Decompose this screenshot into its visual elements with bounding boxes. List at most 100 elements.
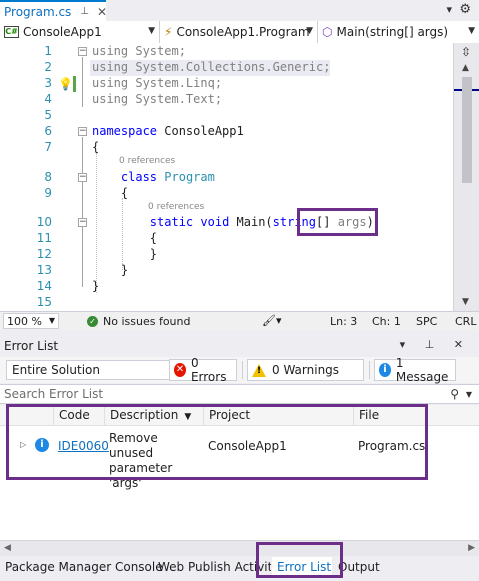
tab-package-manager-console[interactable]: Package Manager Console (0, 557, 163, 577)
code-line[interactable]: 5 (0, 108, 453, 124)
code-cleanup-icon[interactable]: 🖌▾ (262, 314, 282, 327)
issues-text: No issues found (103, 314, 191, 328)
gear-icon[interactable]: ⚙ (459, 2, 471, 17)
type-dropdown-label: ConsoleApp1.Program (176, 25, 310, 39)
divider (369, 361, 370, 379)
scroll-up-icon[interactable]: ▲ (462, 63, 469, 73)
code-line[interactable]: 3 using System.Linq; (0, 76, 453, 92)
code-token: using (92, 44, 129, 58)
method-icon: ⬡ (322, 25, 333, 39)
info-icon: i (379, 363, 391, 377)
line-number-gutter: 15 (36, 295, 52, 309)
errors-filter-button[interactable]: ✕ 0 Errors (169, 356, 237, 384)
code-line[interactable]: 14} (0, 279, 453, 295)
warning-icon: ! (252, 363, 266, 377)
code-line[interactable]: 4 using System.Text; (0, 92, 453, 108)
class-icon: ⚡ (164, 25, 173, 39)
divider (242, 361, 243, 379)
chevron-down-icon[interactable]: ▼ (466, 390, 472, 399)
code-token: Main( (229, 215, 273, 229)
tab-overflow-icon[interactable]: ▾ (446, 3, 452, 16)
line-number-gutter: 7 (44, 140, 52, 154)
code-line[interactable]: 8 class Program (0, 170, 453, 186)
code-line[interactable]: 9 { (0, 186, 453, 202)
code-token: System.Collections.Generic; (128, 60, 331, 74)
error-list-search: ⚲ ▼ (0, 384, 479, 404)
project-dropdown[interactable]: C# ConsoleApp1 ▼ (0, 21, 160, 43)
type-dropdown[interactable]: ⚡ ConsoleApp1.Program ▼ (160, 21, 318, 43)
codelens-method-references[interactable]: 0 references (148, 202, 204, 212)
line-number-gutter: 10 (36, 215, 52, 229)
messages-count: 1 Message (395, 356, 449, 384)
error-list-title: Error List (4, 339, 59, 353)
line-ending-mode[interactable]: CRL (455, 315, 476, 328)
horizontal-scrollbar[interactable]: ◀ ▶ (0, 540, 479, 556)
csharp-project-icon: C# (4, 26, 19, 38)
document-tab-strip: Program.cs ⊥ ✕ ▾ ⚙ (0, 0, 479, 21)
code-line[interactable]: 1 using System; (0, 44, 453, 60)
line-number-gutter: 12 (36, 247, 52, 261)
codelens-class-references[interactable]: 0 references (119, 156, 175, 166)
editor-status-bar: 100 % ▼ ✓ No issues found 🖌▾ Ln: 3 Ch: 1… (0, 311, 479, 330)
zoom-dropdown[interactable]: 100 % ▼ (3, 313, 59, 329)
code-token: ConsoleApp1 (157, 124, 244, 138)
code-token: using (92, 92, 129, 106)
line-number-gutter: 9 (44, 186, 52, 200)
code-token: using (92, 76, 129, 90)
tab-title: Program.cs (4, 4, 72, 19)
line-number-gutter: 4 (44, 92, 52, 106)
code-text: } (92, 263, 128, 277)
callout-error-list-tab (256, 542, 343, 578)
line-number-gutter: 6 (44, 124, 52, 138)
scope-dropdown[interactable]: Entire Solution ▼ (6, 360, 186, 380)
split-window-icon[interactable]: ⇳ (461, 45, 471, 59)
chevron-down-icon: ▼ (48, 316, 55, 325)
errors-count: 0 Errors (190, 356, 227, 384)
search-input[interactable] (4, 386, 444, 402)
whitespace-mode[interactable]: SPC (416, 315, 437, 328)
messages-filter-button[interactable]: i 1 Message (374, 356, 456, 384)
tab-web-publish-activity[interactable]: Web Publish Activity (153, 557, 271, 577)
chevron-down-icon: ▼ (148, 26, 155, 36)
vertical-scrollbar[interactable]: ⇳ ▲ ▼ (453, 43, 479, 311)
code-text: { (92, 140, 99, 154)
scroll-down-icon[interactable]: ▼ (462, 297, 469, 307)
member-dropdown[interactable]: ⬡ Main(string[] args) ▼ (318, 21, 479, 43)
code-editor[interactable]: 💡 − − − − 1 using System; 2 using System.Co… (0, 43, 479, 311)
pin-icon[interactable]: ⊥ (80, 6, 89, 17)
member-dropdown-label: Main(string[] args) (336, 25, 449, 39)
window-controls-icon[interactable]: ▾ ⊥ ✕ (400, 338, 471, 351)
code-line[interactable]: 7{ (0, 140, 453, 156)
error-icon: ✕ (174, 363, 186, 377)
code-token: System; (128, 44, 186, 58)
code-line[interactable]: 13 } (0, 263, 453, 279)
scroll-left-icon[interactable]: ◀ (4, 543, 11, 553)
scroll-thumb[interactable] (462, 77, 472, 183)
issues-indicator[interactable]: ✓ No issues found (87, 315, 190, 328)
code-text: { (92, 186, 128, 200)
code-text: } (92, 247, 157, 261)
code-line[interactable]: 15 (0, 295, 453, 311)
column-number: Ch: 1 (372, 315, 401, 328)
search-icon[interactable]: ⚲ (450, 387, 459, 401)
scroll-right-icon[interactable]: ▶ (468, 543, 475, 553)
code-line[interactable]: 2 using System.Collections.Generic; (0, 60, 453, 76)
code-token: { (92, 140, 100, 154)
line-number-gutter: 14 (36, 279, 52, 293)
warnings-filter-button[interactable]: ! 0 Warnings (247, 359, 364, 381)
line-number-gutter: 11 (36, 231, 52, 245)
code-text: namespace ConsoleApp1 (92, 124, 244, 138)
code-text: } (92, 279, 99, 293)
code-token: { (92, 186, 129, 200)
close-tab-icon[interactable]: ✕ (97, 5, 107, 19)
tab-program-cs[interactable]: Program.cs ⊥ ✕ (0, 0, 107, 21)
navigation-bar: C# ConsoleApp1 ▼ ⚡ ConsoleApp1.Program ▼… (0, 21, 479, 43)
code-line[interactable]: 6 namespace ConsoleApp1 (0, 124, 453, 140)
code-line[interactable]: 11 { (0, 231, 453, 247)
callout-args-parameter (297, 208, 378, 236)
code-line[interactable]: 12 } (0, 247, 453, 263)
line-number-gutter: 5 (44, 108, 52, 122)
chevron-down-icon: ▼ (468, 26, 475, 36)
code-line[interactable]: 10 static void Main(string[] args) (0, 215, 453, 231)
